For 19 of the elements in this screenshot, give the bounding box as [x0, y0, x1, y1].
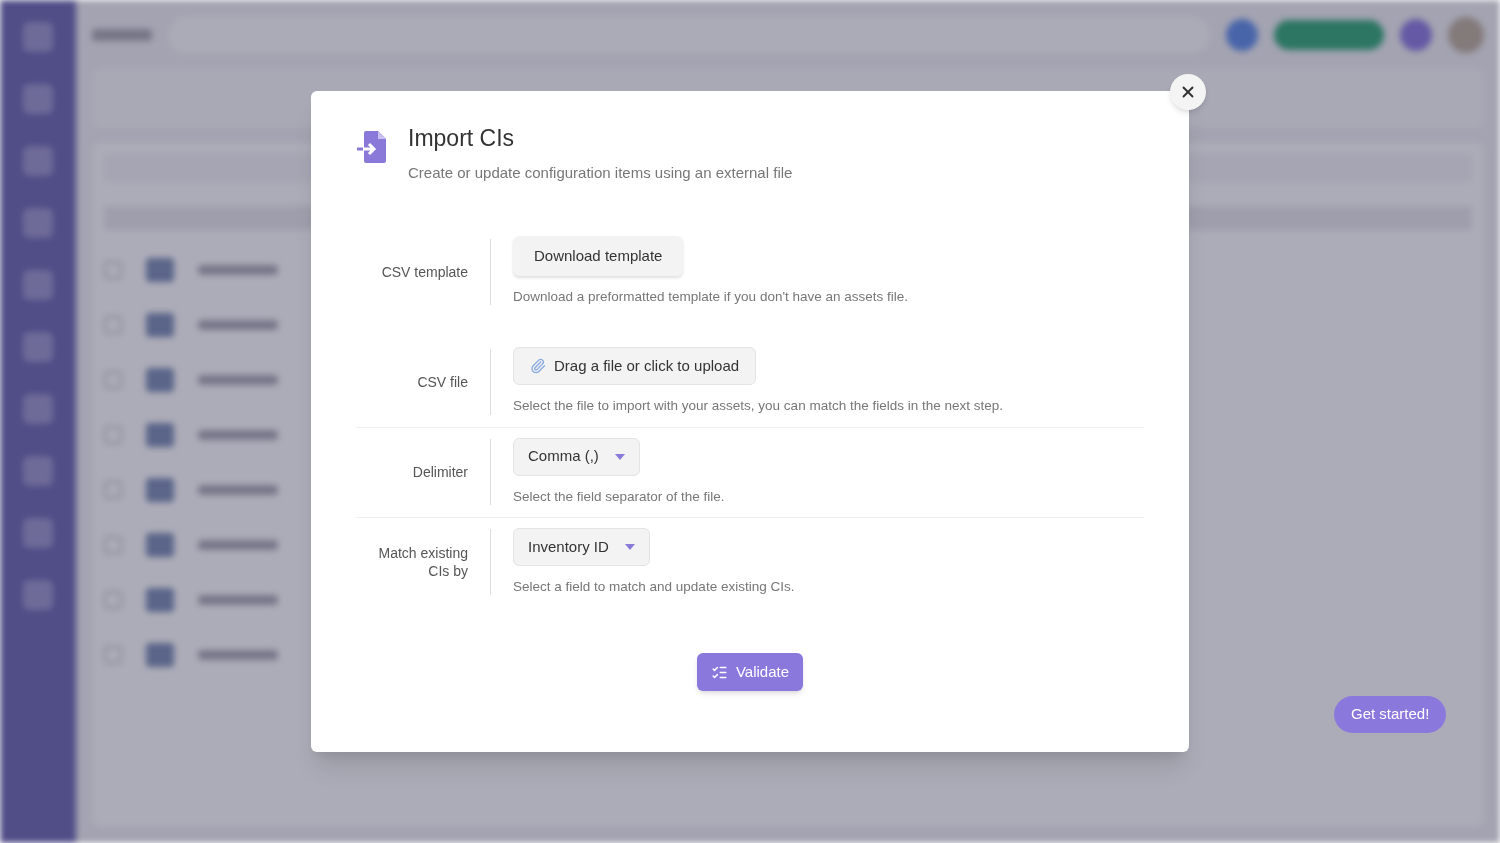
- download-template-button[interactable]: Download template: [513, 236, 684, 276]
- paperclip-icon: [530, 358, 546, 375]
- field-label: Delimiter: [356, 439, 491, 506]
- caret-icon: [614, 453, 625, 460]
- get-started-button[interactable]: Get started!: [1334, 696, 1447, 733]
- caret-icon: [624, 543, 635, 550]
- select-dropdown[interactable]: Comma (,): [513, 437, 640, 476]
- help-text: Select the field separator of the file.: [513, 487, 725, 506]
- select-dropdown[interactable]: Inventory ID: [513, 527, 650, 566]
- help-text: Select a field to match and update existing CIs.: [513, 577, 795, 596]
- validate-button[interactable]: Validate: [696, 653, 804, 691]
- field-label: CSV template: [356, 238, 491, 305]
- field-label: Match existing CIs by: [356, 529, 491, 596]
- file-upload-button[interactable]: Drag a file or click to upload: [513, 347, 757, 386]
- dialog-subtitle: Create or update configuration items using an external file: [408, 162, 793, 183]
- field-label: CSV file: [356, 348, 491, 415]
- help-text: Download a preformatted template if you don't have an assets file.: [513, 288, 909, 306]
- dialog-title: Import CIs: [408, 124, 516, 153]
- help-text: Select the file to import with your assets, you can match the fields in the next step.: [513, 397, 1003, 416]
